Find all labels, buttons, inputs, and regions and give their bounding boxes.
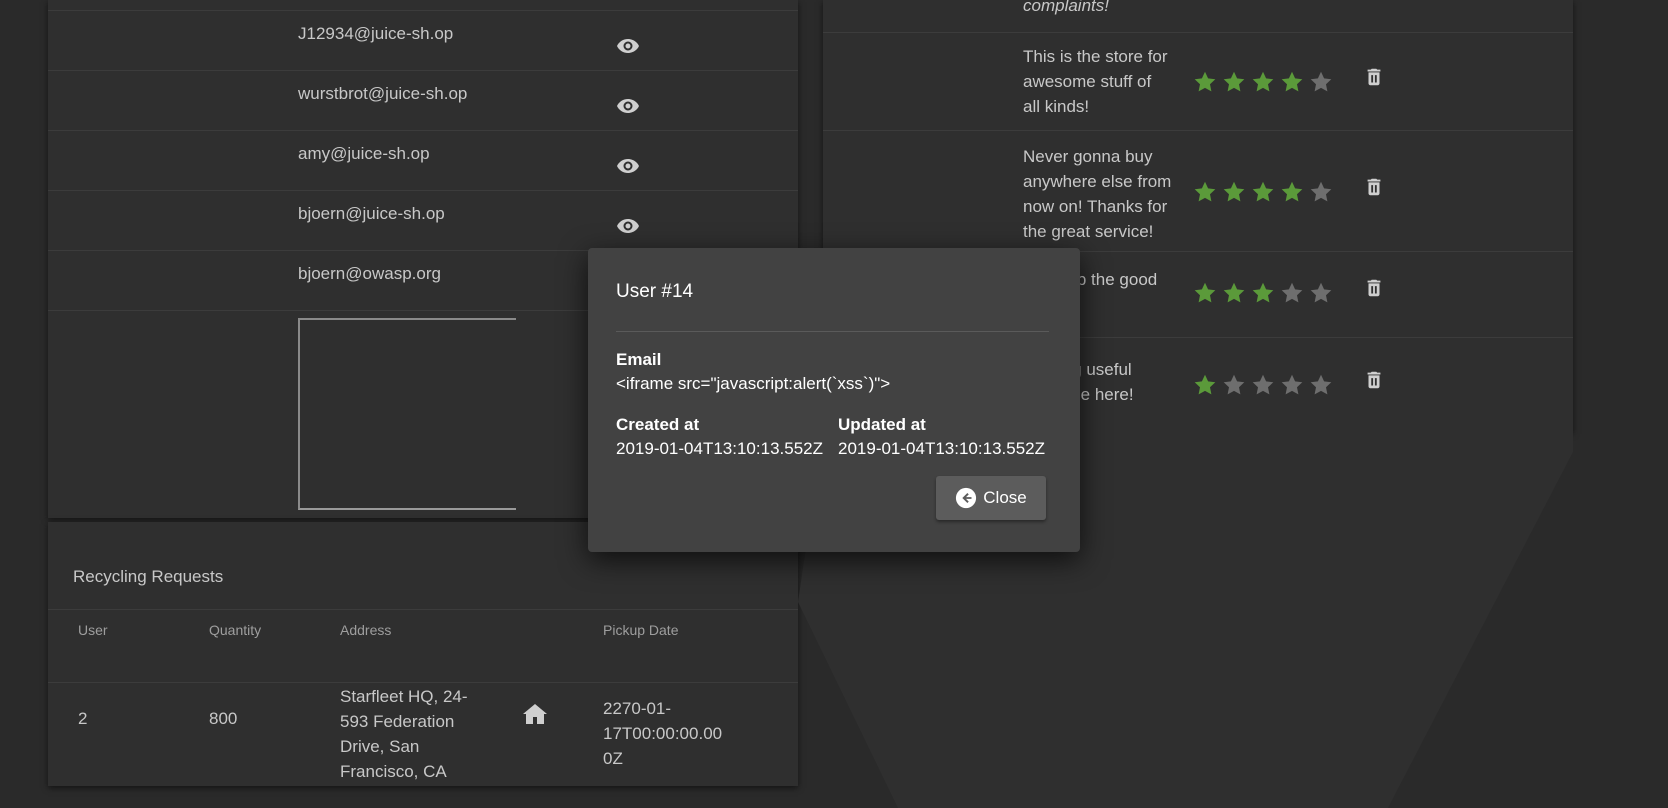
column-header-quantity: Quantity bbox=[209, 622, 262, 638]
recycling-title: Recycling Requests bbox=[73, 567, 224, 586]
star-rating bbox=[1193, 180, 1333, 204]
feedback-text: Never gonna buy anywhere else from now o… bbox=[1023, 147, 1172, 241]
star-icon bbox=[1223, 181, 1245, 202]
star-icon bbox=[1281, 374, 1303, 395]
star-icon bbox=[1281, 282, 1303, 303]
star-icon bbox=[1252, 181, 1274, 202]
table-row: bjoern@juice-sh.op bbox=[48, 190, 798, 251]
list-item: complaints! bbox=[823, 0, 1573, 33]
updated-at-label: Updated at bbox=[838, 415, 926, 434]
star-rating bbox=[1193, 281, 1333, 305]
table-row: amy@juice-sh.op bbox=[48, 130, 798, 191]
close-button-label: Close bbox=[983, 488, 1027, 507]
star-icon bbox=[1194, 181, 1216, 202]
user-email: J12934@juice-sh.op bbox=[298, 24, 454, 43]
recycle-pickup-date: 2270-01- 17T00:00:00.00 0Z bbox=[603, 699, 723, 768]
divider bbox=[616, 331, 1049, 332]
arrow-left-circle-icon bbox=[956, 487, 977, 509]
table-row: J12934@juice-sh.op bbox=[48, 10, 798, 71]
star-icon bbox=[1223, 71, 1245, 92]
star-icon bbox=[1281, 71, 1303, 92]
user-email: bjoern@owasp.org bbox=[298, 264, 441, 283]
divider bbox=[48, 682, 798, 683]
star-rating bbox=[1193, 70, 1333, 94]
star-icon bbox=[1194, 374, 1216, 395]
close-button[interactable]: Close bbox=[936, 476, 1046, 520]
column-header-address: Address bbox=[340, 622, 392, 638]
feedback-text: This is the store for awesome stuff of a… bbox=[1023, 47, 1168, 116]
home-icon bbox=[523, 704, 547, 724]
eye-icon[interactable] bbox=[616, 154, 640, 178]
star-icon bbox=[1310, 181, 1332, 202]
star-icon bbox=[1310, 282, 1332, 303]
star-icon bbox=[1252, 71, 1274, 92]
column-header-user: User bbox=[78, 622, 108, 638]
updated-at-value: 2019-01-04T13:10:13.552Z bbox=[838, 439, 1045, 458]
star-icon bbox=[1310, 374, 1332, 395]
eye-icon[interactable] bbox=[616, 34, 640, 58]
recycle-user: 2 bbox=[78, 709, 88, 728]
table-row: wurstbrot@juice-sh.op bbox=[48, 70, 798, 131]
trash-icon[interactable] bbox=[1363, 176, 1385, 198]
recycling-requests-card: Recycling Requests User Quantity Address… bbox=[48, 522, 798, 786]
eye-icon[interactable] bbox=[616, 94, 640, 118]
star-icon bbox=[1252, 282, 1274, 303]
star-rating bbox=[1193, 373, 1333, 397]
dialog-title: User #14 bbox=[616, 281, 694, 302]
star-icon bbox=[1223, 374, 1245, 395]
recycle-quantity: 800 bbox=[209, 709, 238, 728]
user-email: amy@juice-sh.op bbox=[298, 144, 430, 163]
user-email: bjoern@juice-sh.op bbox=[298, 204, 445, 223]
list-item: Never gonna buy anywhere else from now o… bbox=[823, 130, 1573, 252]
trash-icon[interactable] bbox=[1363, 369, 1385, 391]
eye-icon[interactable] bbox=[616, 214, 640, 238]
user-details-dialog: User #14 Email <iframe src="javascript:a… bbox=[588, 248, 1080, 552]
star-icon bbox=[1223, 282, 1245, 303]
email-label: Email bbox=[616, 350, 662, 369]
created-at-label: Created at bbox=[616, 415, 700, 434]
trash-icon[interactable] bbox=[1363, 277, 1385, 299]
user-email: wurstbrot@juice-sh.op bbox=[298, 84, 468, 103]
list-item: This is the store for awesome stuff of a… bbox=[823, 32, 1573, 131]
email-value: <iframe src="javascript:alert(`xss`)"> bbox=[616, 374, 891, 393]
column-header-pickup-date: Pickup Date bbox=[603, 622, 679, 638]
divider bbox=[48, 609, 798, 610]
star-icon bbox=[1194, 71, 1216, 92]
injected-iframe bbox=[298, 318, 516, 510]
trash-icon[interactable] bbox=[1363, 66, 1385, 88]
star-icon bbox=[1281, 181, 1303, 202]
star-icon bbox=[1194, 282, 1216, 303]
created-at-value: 2019-01-04T13:10:13.552Z bbox=[616, 439, 823, 458]
star-icon bbox=[1310, 71, 1332, 92]
feedback-text: complaints! bbox=[1023, 0, 1109, 15]
recycle-address: Starfleet HQ, 24- 593 Federation Drive, … bbox=[340, 687, 468, 781]
star-icon bbox=[1252, 374, 1274, 395]
